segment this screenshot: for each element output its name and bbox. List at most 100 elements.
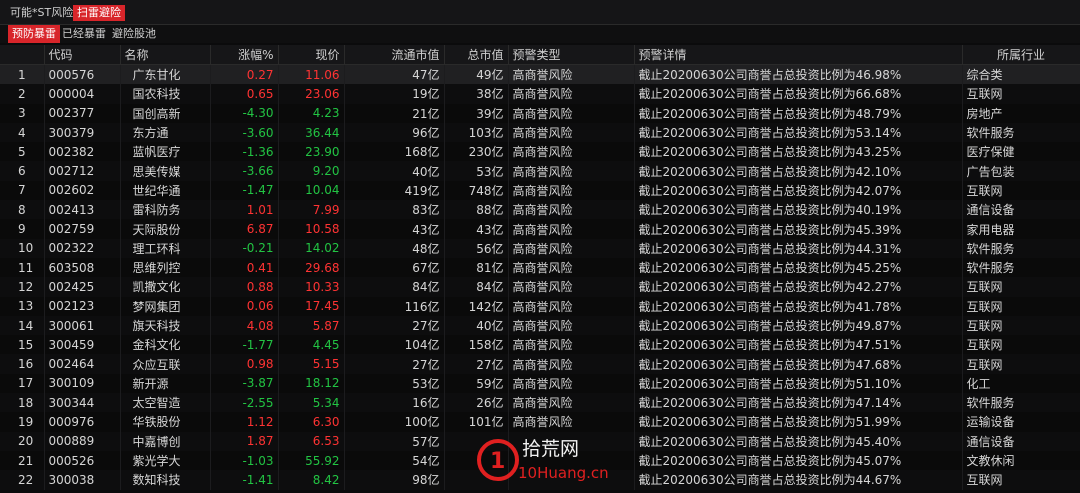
industry-cell: 互联网: [962, 354, 1080, 374]
table-row[interactable]: 8 002413 雷科防务 1.01 7.99 83亿 88亿 高商誉风险 截止20200630…: [0, 200, 1080, 220]
table-row[interactable]: 9 002759 天际股份 6.87 10.58 43亿 43亿 高商誉风险 截止2020063…: [0, 219, 1080, 239]
row-index-cell: 15: [0, 335, 45, 355]
stock-code-cell: 002322: [44, 238, 121, 258]
stock-warning-window: 可能*ST风险 扫雷避险 预防暴雷 已经暴雷 避险股池 代码 名称 涨幅% 现价…: [0, 0, 1080, 493]
table-row[interactable]: 11 603508 思维列控 0.41 29.68 67亿 81亿 高商誉风险 截止202006…: [0, 257, 1080, 278]
current-price-cell: 14.02: [278, 238, 345, 258]
current-price-cell: 36.44: [278, 122, 345, 143]
row-index-cell: 17: [0, 373, 45, 394]
warning-detail-cell: 截止20200630公司商誉占总投资比例为44.67%: [634, 470, 963, 490]
warning-detail-cell: 截止20200630公司商誉占总投资比例为53.14%: [634, 122, 963, 143]
table-row[interactable]: 13 002123 梦网集团 0.06 17.45 116亿 142亿 高商誉风险 截止2020…: [0, 296, 1080, 316]
current-price-cell: 5.15: [278, 354, 345, 374]
col-header-warn-detail[interactable]: 预警详情: [634, 45, 963, 65]
col-header-name[interactable]: 名称: [120, 45, 211, 65]
warning-detail-cell: 截止20200630公司商誉占总投资比例为48.79%: [634, 103, 963, 123]
change-percent-cell: -3.87: [210, 373, 279, 394]
stock-name-cell: 紫光学大: [120, 450, 211, 471]
change-percent-cell: -4.30: [210, 103, 279, 123]
warning-detail-cell: 截止20200630公司商誉占总投资比例为42.27%: [634, 277, 963, 297]
float-market-cap-cell: 83亿: [344, 200, 445, 220]
table-row[interactable]: 2 000004 国农科技 0.65 23.06 19亿 38亿 高商誉风险 截止2020063…: [0, 84, 1080, 104]
warning-type-cell: 高商誉风险: [508, 393, 635, 413]
industry-cell: 互联网: [962, 277, 1080, 297]
industry-cell: 软件服务: [962, 122, 1080, 143]
watermark-logo: 1 拾荒网 10Huang.cn: [477, 438, 608, 482]
col-header-total-cap[interactable]: 总市值: [444, 45, 509, 65]
table-row[interactable]: 4 300379 东方通 -3.60 36.44 96亿 103亿 高商誉风险 截止202006…: [0, 122, 1080, 143]
watermark-title: 拾荒网: [522, 438, 579, 460]
warning-type-cell: 高商誉风险: [508, 296, 635, 316]
table-body: 1 000576 广东甘化 0.27 11.06 47亿 49亿 高商誉风险 截止2020063…: [0, 64, 1080, 490]
float-market-cap-cell: 57亿: [344, 431, 445, 451]
current-price-cell: 23.90: [278, 142, 345, 162]
warning-detail-cell: 截止20200630公司商誉占总投资比例为66.68%: [634, 84, 963, 104]
table-row[interactable]: 18 300344 太空智造 -2.55 5.34 16亿 26亿 高商誉风险 截止202006…: [0, 393, 1080, 413]
stock-name-cell: 天际股份: [120, 219, 211, 239]
table-row[interactable]: 14 300061 旗天科技 4.08 5.87 27亿 40亿 高商誉风险 截止2020063…: [0, 315, 1080, 336]
row-index-cell: 6: [0, 161, 45, 181]
col-header-warn-type[interactable]: 预警类型: [508, 45, 635, 65]
warning-detail-cell: 截止20200630公司商誉占总投资比例为47.51%: [634, 335, 963, 355]
warning-detail-cell: 截止20200630公司商誉占总投资比例为46.98%: [634, 64, 963, 85]
row-index-cell: 19: [0, 412, 45, 432]
industry-cell: 运输设备: [962, 412, 1080, 432]
watermark-digit: 1: [490, 449, 505, 474]
stock-name-cell: 东方通: [120, 122, 211, 143]
float-market-cap-cell: 98亿: [344, 470, 445, 490]
table-row[interactable]: 16 002464 众应互联 0.98 5.15 27亿 27亿 高商誉风险 截止2020063…: [0, 354, 1080, 374]
current-price-cell: 17.45: [278, 296, 345, 316]
current-price-cell: 6.53: [278, 431, 345, 451]
industry-cell: 化工: [962, 373, 1080, 394]
subtab-prevent-blowup[interactable]: 预防暴雷: [8, 25, 60, 43]
current-price-cell: 18.12: [278, 373, 345, 394]
industry-cell: 文教休闲: [962, 450, 1080, 471]
col-header-price[interactable]: 现价: [278, 45, 345, 65]
col-header-code[interactable]: 代码: [44, 45, 121, 65]
table-row[interactable]: 12 002425 凯撒文化 0.88 10.33 84亿 84亿 高商誉风险 截止202006…: [0, 277, 1080, 297]
table-row[interactable]: 15 300459 金科文化 -1.77 4.45 104亿 158亿 高商誉风险 截止2020…: [0, 335, 1080, 355]
industry-cell: 医疗保健: [962, 142, 1080, 162]
table-row[interactable]: 10 002322 理工环科 -0.21 14.02 48亿 56亿 高商誉风险 截止20200…: [0, 238, 1080, 258]
stock-name-cell: 世纪华通: [120, 180, 211, 201]
tab-st-risk[interactable]: 可能*ST风险: [6, 5, 77, 21]
col-header-float-cap[interactable]: 流通市值: [344, 45, 445, 65]
stock-code-cell: 000004: [44, 84, 121, 104]
table-row[interactable]: 3 002377 国创高新 -4.30 4.23 21亿 39亿 高商誉风险 截止2020063…: [0, 103, 1080, 123]
col-header-change[interactable]: 涨幅%: [210, 45, 279, 65]
stock-name-cell: 国农科技: [120, 84, 211, 104]
row-index-cell: 13: [0, 296, 45, 316]
stock-code-cell: 000889: [44, 431, 121, 451]
change-percent-cell: -3.60: [210, 122, 279, 143]
table-row[interactable]: 5 002382 蓝帆医疗 -1.36 23.90 168亿 230亿 高商誉风险 截止2020…: [0, 142, 1080, 162]
float-market-cap-cell: 40亿: [344, 161, 445, 181]
industry-cell: 通信设备: [962, 200, 1080, 220]
table-row[interactable]: 1 000576 广东甘化 0.27 11.06 47亿 49亿 高商誉风险 截止2020063…: [0, 64, 1080, 85]
subtab-already-blowup[interactable]: 已经暴雷: [58, 25, 110, 43]
table-row[interactable]: 17 300109 新开源 -3.87 18.12 53亿 59亿 高商誉风险 截止202006…: [0, 373, 1080, 394]
table-row[interactable]: 6 002712 思美传媒 -3.66 9.20 40亿 53亿 高商誉风险 截止2020063…: [0, 161, 1080, 181]
warning-detail-cell: 截止20200630公司商誉占总投资比例为51.99%: [634, 412, 963, 432]
subtab-safe-pool[interactable]: 避险股池: [108, 25, 160, 43]
warning-detail-cell: 截止20200630公司商誉占总投资比例为42.07%: [634, 180, 963, 201]
tab-mine-sweep[interactable]: 扫雷避险: [73, 5, 125, 21]
row-index-cell: 12: [0, 277, 45, 297]
warning-detail-cell: 截止20200630公司商誉占总投资比例为45.25%: [634, 257, 963, 278]
row-index-cell: 14: [0, 315, 45, 336]
float-market-cap-cell: 47亿: [344, 64, 445, 85]
row-index-cell: 7: [0, 180, 45, 201]
stock-name-cell: 金科文化: [120, 335, 211, 355]
current-price-cell: 10.04: [278, 180, 345, 201]
table-row[interactable]: 7 002602 世纪华通 -1.47 10.04 419亿 748亿 高商誉风险 截止2020…: [0, 180, 1080, 201]
change-percent-cell: -1.77: [210, 335, 279, 355]
float-market-cap-cell: 19亿: [344, 84, 445, 104]
float-market-cap-cell: 67亿: [344, 257, 445, 278]
stock-code-cell: 002602: [44, 180, 121, 201]
change-percent-cell: 1.12: [210, 412, 279, 432]
col-header-industry[interactable]: 所属行业: [962, 45, 1080, 65]
stock-name-cell: 雷科防务: [120, 200, 211, 220]
warning-detail-cell: 截止20200630公司商誉占总投资比例为47.14%: [634, 393, 963, 413]
stock-code-cell: 002377: [44, 103, 121, 123]
warning-type-cell: 高商誉风险: [508, 315, 635, 336]
total-market-cap-cell: 59亿: [444, 373, 509, 394]
